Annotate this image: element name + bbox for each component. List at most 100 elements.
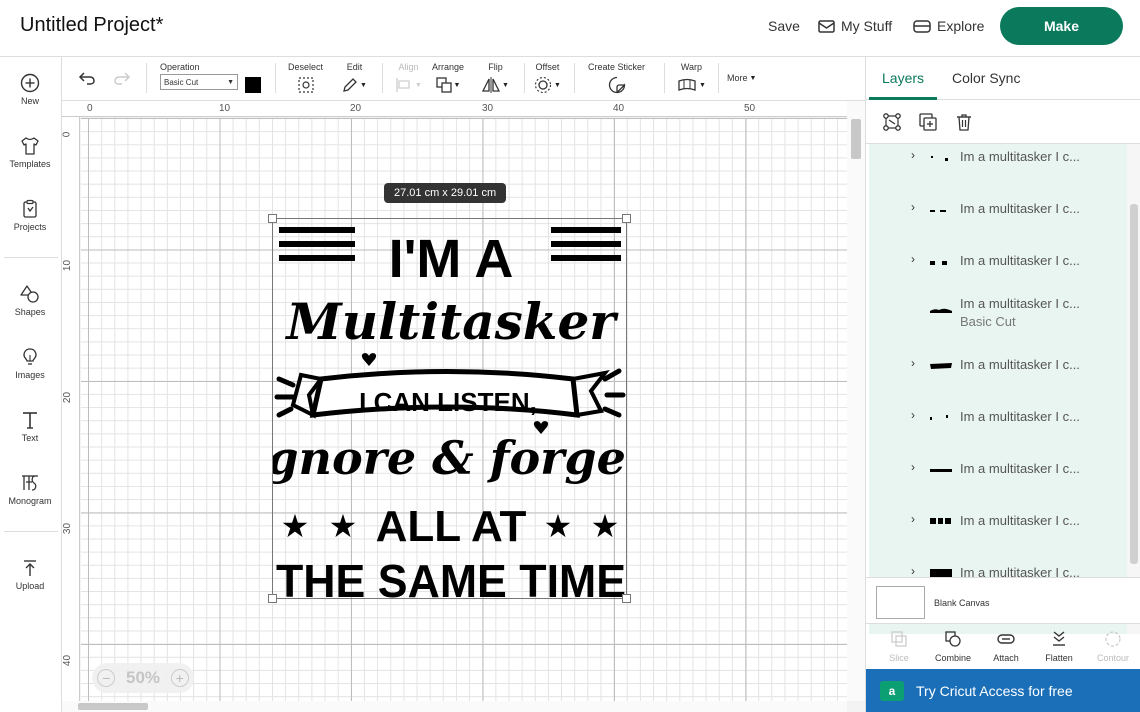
chevron-down-icon: ▼ — [502, 81, 509, 89]
toolbar-divider — [146, 63, 147, 93]
flip-icon — [482, 77, 500, 93]
contour-button: Contour — [1088, 630, 1138, 663]
chevron-right-icon[interactable]: › — [911, 252, 915, 266]
combine-button[interactable]: Combine — [928, 630, 978, 663]
access-label: Try Cricut Access for free — [916, 682, 1073, 699]
sidebar-item-new[interactable]: New — [0, 73, 60, 123]
sidebar-item-shapes[interactable]: Shapes — [0, 284, 60, 334]
combine-icon — [945, 631, 961, 647]
list-item[interactable]: › Im a multitasker I c... — [869, 456, 1127, 508]
cricut-access-icon: a — [880, 680, 904, 701]
explore-button[interactable]: Explore — [913, 18, 984, 34]
more-button[interactable]: More ▼ — [727, 73, 756, 83]
sticker-icon — [608, 76, 625, 94]
design-line-3: I CAN LISTEN, — [359, 387, 537, 417]
resize-handle[interactable] — [268, 594, 277, 603]
chevron-right-icon[interactable]: › — [911, 460, 915, 474]
cricut-access-banner[interactable]: a Try Cricut Access for free — [866, 669, 1140, 712]
ruler-mark: 50 — [744, 103, 756, 114]
my-stuff-label: My Stuff — [841, 18, 893, 34]
resize-handle[interactable] — [622, 594, 631, 603]
layers-scrollbar[interactable] — [1127, 144, 1140, 634]
make-button[interactable]: Make — [1000, 7, 1123, 45]
layer-name: Im a multitasker I c... — [960, 296, 1080, 311]
trash-icon[interactable] — [954, 112, 974, 132]
chevron-down-icon: ▼ — [749, 74, 757, 82]
chevron-right-icon[interactable]: › — [911, 148, 915, 162]
chevron-right-icon[interactable]: › — [911, 408, 915, 422]
operation-group: Operation Basic Cut ▼ — [160, 62, 238, 90]
warp-button[interactable]: Warp ▼ — [677, 62, 706, 95]
blank-canvas-row[interactable]: Blank Canvas — [866, 577, 1140, 623]
horizontal-scrollbar[interactable] — [62, 701, 847, 712]
chevron-right-icon[interactable]: › — [911, 200, 915, 214]
canvas-color-swatch[interactable] — [876, 586, 925, 619]
list-item[interactable]: › Im a multitasker I c... — [869, 352, 1127, 404]
sidebar-item-upload[interactable]: Upload — [0, 558, 60, 608]
scroll-thumb[interactable] — [1130, 204, 1138, 564]
resize-handle[interactable] — [622, 214, 631, 223]
resize-handle[interactable] — [268, 214, 277, 223]
list-item[interactable]: › Im a multitasker I c... — [869, 196, 1127, 248]
list-item[interactable]: › Im a multitasker I c... — [869, 508, 1127, 560]
tab-color-sync[interactable]: Color Sync — [952, 70, 1020, 86]
layer-toolbar — [866, 100, 1140, 144]
zoom-in-button[interactable]: + — [170, 669, 189, 687]
vertical-scrollbar[interactable] — [847, 101, 865, 701]
sidebar-item-projects[interactable]: Projects — [0, 199, 60, 249]
sidebar-item-templates[interactable]: Templates — [0, 136, 60, 186]
edit-button[interactable]: Edit ▼ — [342, 62, 367, 95]
color-swatch[interactable] — [245, 77, 261, 93]
zoom-level: 50% — [125, 668, 161, 687]
tab-layers[interactable]: Layers — [882, 70, 924, 86]
pencil-icon — [343, 78, 357, 92]
arrange-icon — [435, 77, 452, 93]
zoom-out-button[interactable]: − — [97, 669, 116, 687]
list-item[interactable]: › Im a multitasker I c... — [869, 404, 1127, 456]
flip-label: Flip — [488, 62, 503, 72]
sidebar-item-images[interactable]: Images — [0, 347, 60, 397]
project-title[interactable]: Untitled Project* — [20, 14, 163, 37]
arrange-button[interactable]: Arrange ▼ — [432, 62, 464, 95]
operation-select[interactable]: Basic Cut ▼ — [160, 74, 238, 90]
scroll-thumb[interactable] — [851, 119, 861, 159]
layer-list[interactable]: › Im a multitasker I c... › Im a multita… — [869, 144, 1127, 634]
design-canvas[interactable]: 0 10 20 30 40 50 0 10 20 30 40 27.01 cm … — [62, 101, 865, 712]
my-stuff-button[interactable]: My Stuff — [818, 18, 892, 34]
group-icon[interactable] — [882, 112, 902, 132]
list-item[interactable]: › Im a multitasker I c... — [869, 144, 1127, 196]
operation-value: Basic Cut — [164, 77, 199, 87]
chevron-right-icon[interactable]: › — [911, 356, 915, 370]
scroll-thumb[interactable] — [78, 703, 148, 710]
offset-button[interactable]: Offset ▼ — [534, 62, 561, 95]
layer-name: Im a multitasker I c... — [960, 253, 1080, 268]
toolbar-divider — [382, 63, 383, 93]
redo-icon[interactable] — [113, 71, 131, 87]
create-sticker-button[interactable]: Create Sticker — [588, 62, 645, 95]
save-button[interactable]: Save — [768, 18, 800, 34]
star-icon: ★ — [591, 508, 620, 544]
chevron-right-icon[interactable]: › — [911, 512, 915, 526]
attach-label: Attach — [993, 653, 1019, 663]
layer-thumbnail — [930, 210, 946, 212]
list-item[interactable]: Im a multitasker I c... Basic Cut — [869, 288, 1127, 332]
deselect-button[interactable]: Deselect — [288, 62, 323, 95]
undo-icon[interactable] — [78, 71, 96, 87]
sidebar-item-text[interactable]: Text — [0, 410, 60, 460]
align-label: Align — [398, 62, 419, 72]
flip-button[interactable]: Flip ▼ — [482, 62, 509, 95]
duplicate-icon[interactable] — [918, 112, 938, 132]
more-label: More — [727, 73, 748, 83]
attach-button[interactable]: Attach — [981, 630, 1031, 663]
selected-design[interactable]: I'M A Multitasker I CAN LISTEN, ignore &… — [268, 214, 631, 603]
edit-toolbar: Operation Basic Cut ▼ Deselect Edit ▼ Al… — [62, 57, 865, 101]
flatten-button[interactable]: Flatten — [1034, 630, 1084, 663]
warp-label: Warp — [680, 62, 703, 72]
ruler-mark: 10 — [62, 259, 74, 272]
star-icon: ★ — [544, 508, 573, 544]
layers-panel: Layers Color Sync › Im a multitasker I c… — [865, 57, 1140, 712]
contour-label: Contour — [1096, 653, 1130, 663]
sidebar-label-images: Images — [15, 370, 45, 380]
sidebar-item-monogram[interactable]: Monogram — [0, 473, 60, 523]
chevron-right-icon[interactable]: › — [911, 564, 915, 578]
